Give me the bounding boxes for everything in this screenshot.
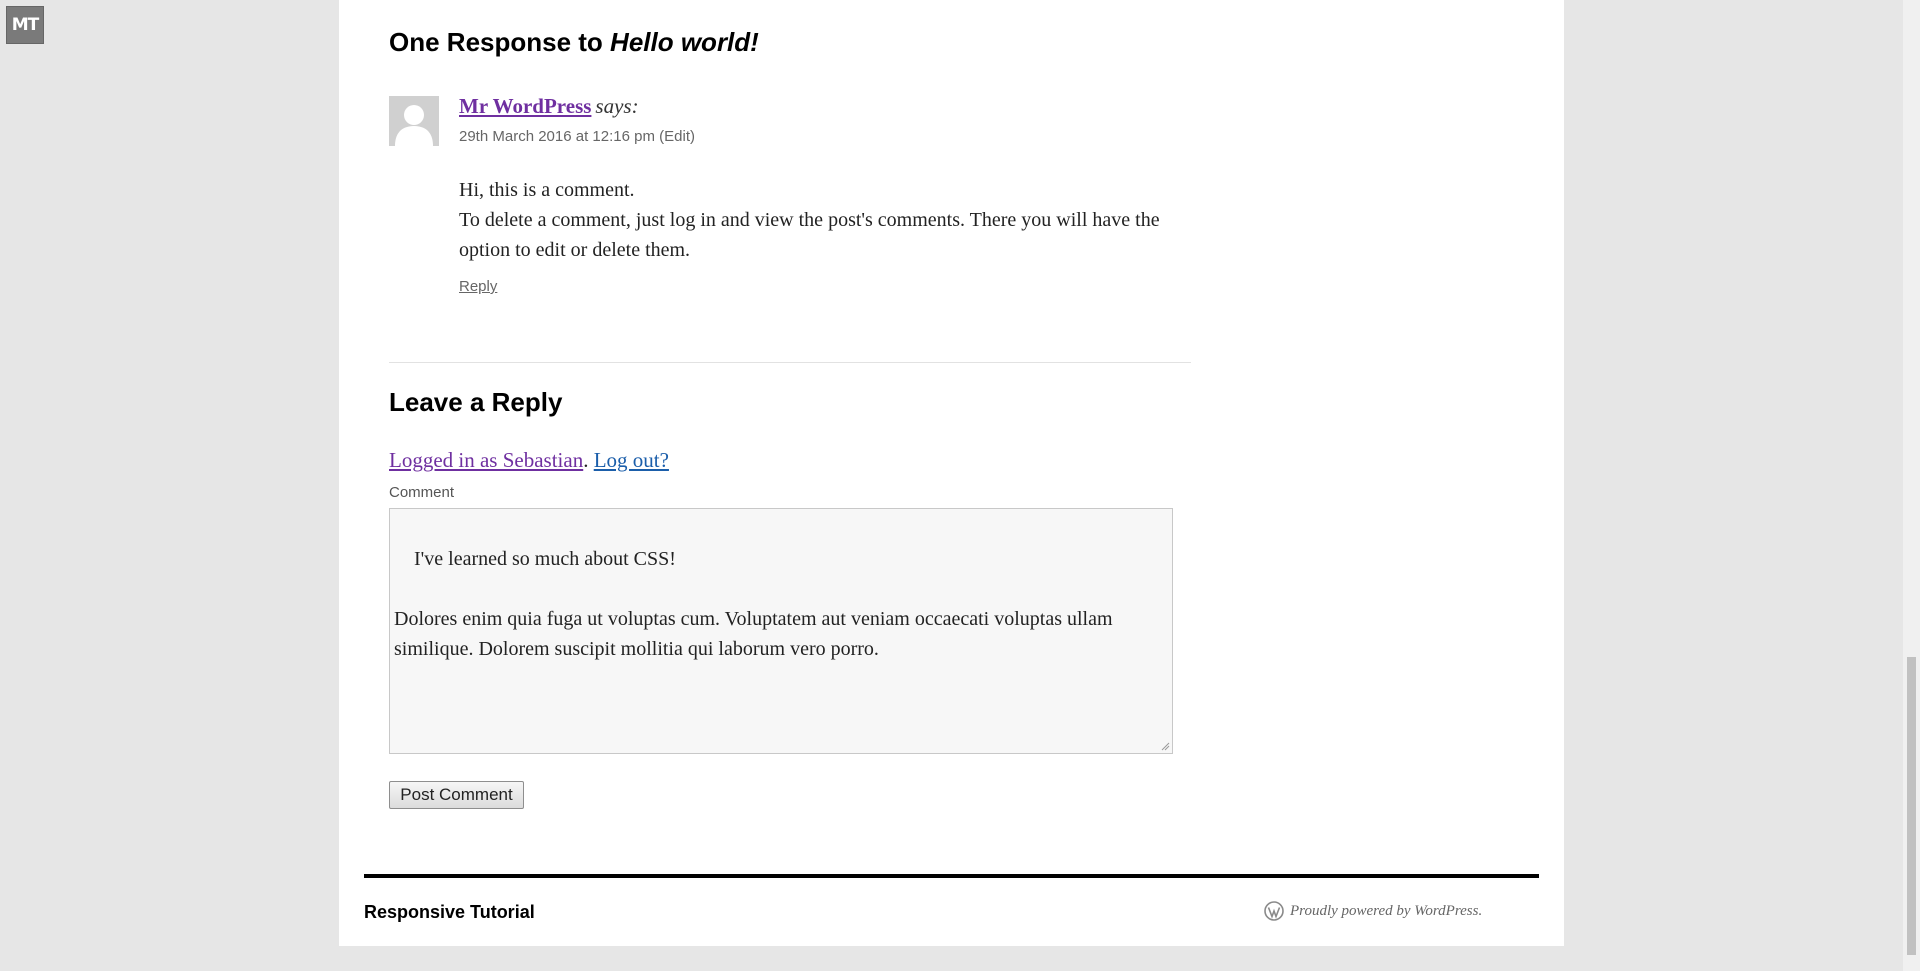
- comment-meta: Mr WordPress says:: [459, 94, 639, 119]
- logged-in-line: Logged in as Sebastian. Log out?: [389, 448, 669, 473]
- comment-date: 29th March 2016 at 12:16 pm (Edit): [459, 128, 695, 145]
- comment-textarea-value: I've learned so much about CSS! Dolores …: [394, 548, 1113, 660]
- comments-title: One Response to Hello world!: [389, 27, 759, 58]
- comment-edit-link[interactable]: (Edit): [659, 128, 695, 145]
- divider: [389, 362, 1191, 363]
- log-out-link[interactable]: Log out?: [594, 448, 669, 472]
- resize-grip-icon[interactable]: [1161, 742, 1170, 751]
- comment-textarea[interactable]: I've learned so much about CSS! Dolores …: [389, 508, 1173, 754]
- post-comment-button[interactable]: Post Comment: [389, 781, 524, 809]
- logged-in-separator: .: [583, 448, 594, 472]
- site-name-link[interactable]: Responsive Tutorial: [364, 902, 535, 923]
- comments-title-prefix: One Response to: [389, 27, 611, 57]
- mt-extension-icon[interactable]: MT: [6, 6, 44, 44]
- comment-text-line: To delete a comment, just log in and vie…: [459, 209, 1160, 261]
- comment-author-link[interactable]: Mr WordPress: [459, 94, 591, 118]
- logged-in-as-link[interactable]: Logged in as Sebastian: [389, 448, 583, 472]
- page-content: One Response to Hello world! Mr WordPres…: [339, 0, 1564, 946]
- vertical-scrollbar[interactable]: [1903, 0, 1920, 971]
- wordpress-icon: [1264, 901, 1284, 921]
- footer-divider: [364, 874, 1539, 878]
- comment-body: Hi, this is a comment. To delete a comme…: [459, 175, 1179, 265]
- avatar-icon: [389, 96, 439, 146]
- powered-by-link[interactable]: Proudly powered by WordPress.: [1290, 903, 1482, 920]
- powered-by: Proudly powered by WordPress.: [1264, 901, 1482, 921]
- reply-link[interactable]: Reply: [459, 278, 497, 295]
- comment-text-line: Hi, this is a comment.: [459, 179, 635, 201]
- comment-date-link[interactable]: 29th March 2016 at 12:16 pm: [459, 128, 655, 145]
- comments-title-post: Hello world!: [610, 27, 759, 57]
- comment-says: says:: [595, 94, 639, 118]
- comment-label: Comment: [389, 484, 455, 501]
- scrollbar-thumb[interactable]: [1907, 657, 1916, 955]
- reply-title: Leave a Reply: [389, 387, 563, 417]
